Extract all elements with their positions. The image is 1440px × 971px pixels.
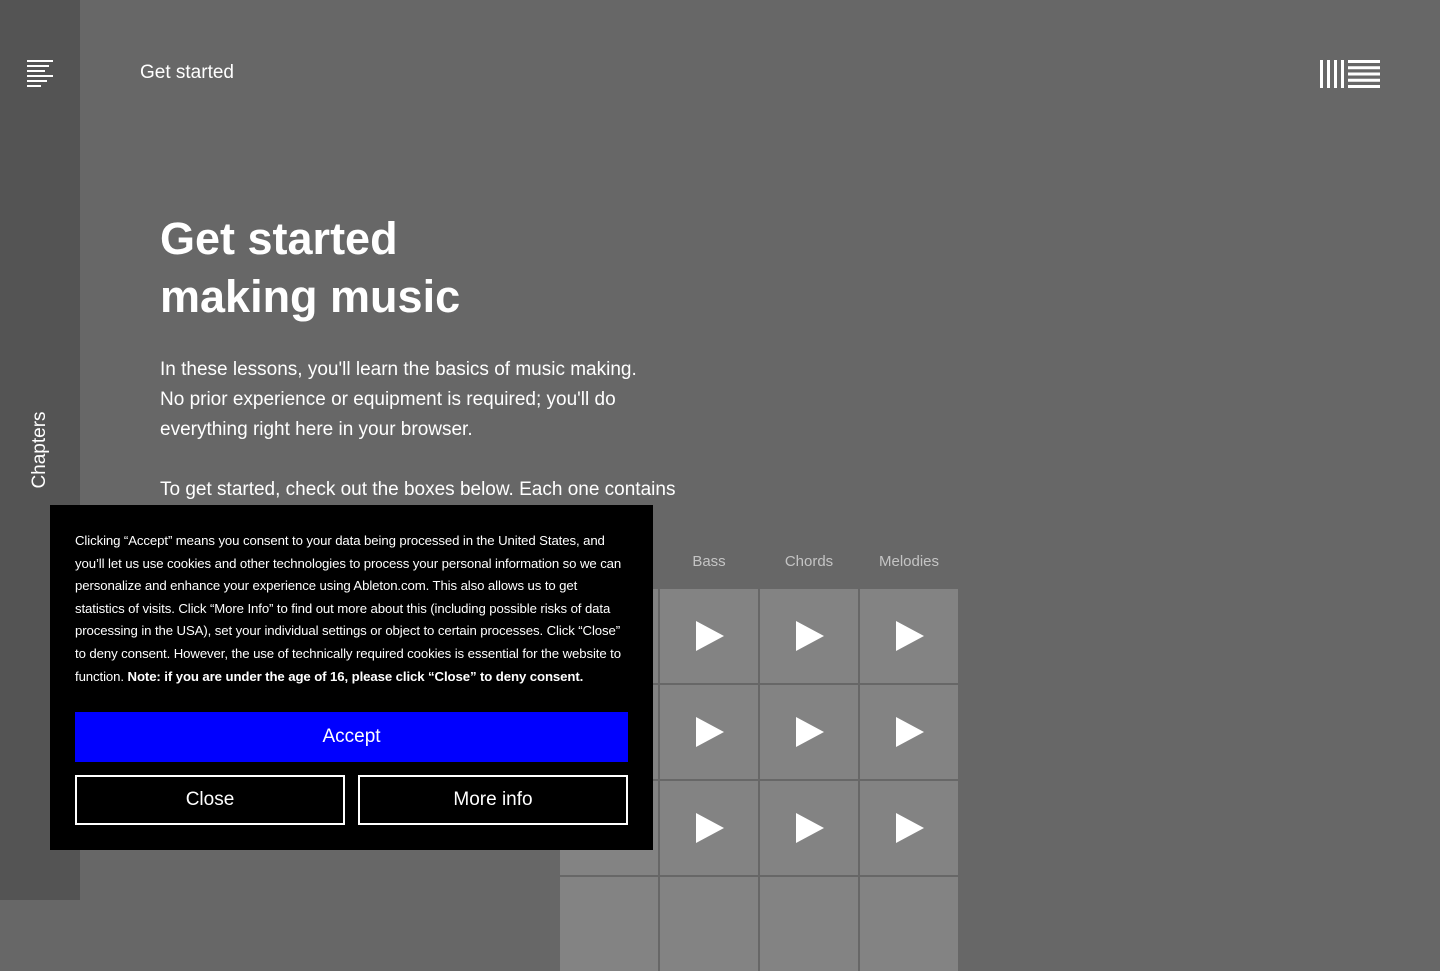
- pad-chords-2[interactable]: [760, 685, 858, 779]
- intro-paragraph-2: To get started, check out the boxes belo…: [160, 479, 676, 500]
- play-icon: [696, 621, 724, 651]
- play-icon: [896, 813, 924, 843]
- play-icon: [696, 813, 724, 843]
- column-header-bass: Bass: [692, 553, 726, 570]
- pad-drums-4[interactable]: [560, 877, 658, 971]
- pad-chords-1[interactable]: [760, 589, 858, 683]
- more-info-button[interactable]: More info: [358, 775, 628, 825]
- play-icon: [796, 621, 824, 651]
- cookie-consent-text: Clicking “Accept” means you consent to y…: [75, 530, 628, 688]
- pad-melodies-2[interactable]: [860, 685, 958, 779]
- intro-paragraph: In these lessons, you'll learn the basic…: [160, 359, 637, 440]
- cookie-consent-banner: Clicking “Accept” means you consent to y…: [50, 505, 653, 850]
- pad-bass-1[interactable]: [660, 589, 758, 683]
- play-icon: [696, 717, 724, 747]
- pad-bass-3[interactable]: [660, 781, 758, 875]
- page-title-link[interactable]: Get started: [140, 62, 234, 84]
- accept-button[interactable]: Accept: [75, 712, 628, 762]
- close-button[interactable]: Close: [75, 775, 345, 825]
- pad-melodies-4[interactable]: [860, 877, 958, 971]
- ableton-logo-icon[interactable]: [1320, 60, 1380, 88]
- pad-chords-4[interactable]: [760, 877, 858, 971]
- cookie-consent-note: Note: if you are under the age of 16, pl…: [127, 668, 584, 684]
- column-header-melodies: Melodies: [878, 553, 940, 570]
- headline-line-1: Get started: [160, 213, 398, 264]
- pad-melodies-1[interactable]: [860, 589, 958, 683]
- chapters-toggle[interactable]: Chapters: [29, 411, 51, 488]
- hamburger-menu-icon[interactable]: [27, 60, 53, 87]
- pad-melodies-3[interactable]: [860, 781, 958, 875]
- play-icon: [896, 717, 924, 747]
- headline-line-2: making music: [160, 271, 461, 322]
- play-icon: [796, 717, 824, 747]
- main-headline: Get started making music: [160, 210, 620, 326]
- play-icon: [896, 621, 924, 651]
- pad-chords-3[interactable]: [760, 781, 858, 875]
- cookie-consent-body: Clicking “Accept” means you consent to y…: [75, 533, 622, 684]
- column-header-chords: Chords: [784, 553, 834, 570]
- pad-bass-2[interactable]: [660, 685, 758, 779]
- pad-bass-4[interactable]: [660, 877, 758, 971]
- play-icon: [796, 813, 824, 843]
